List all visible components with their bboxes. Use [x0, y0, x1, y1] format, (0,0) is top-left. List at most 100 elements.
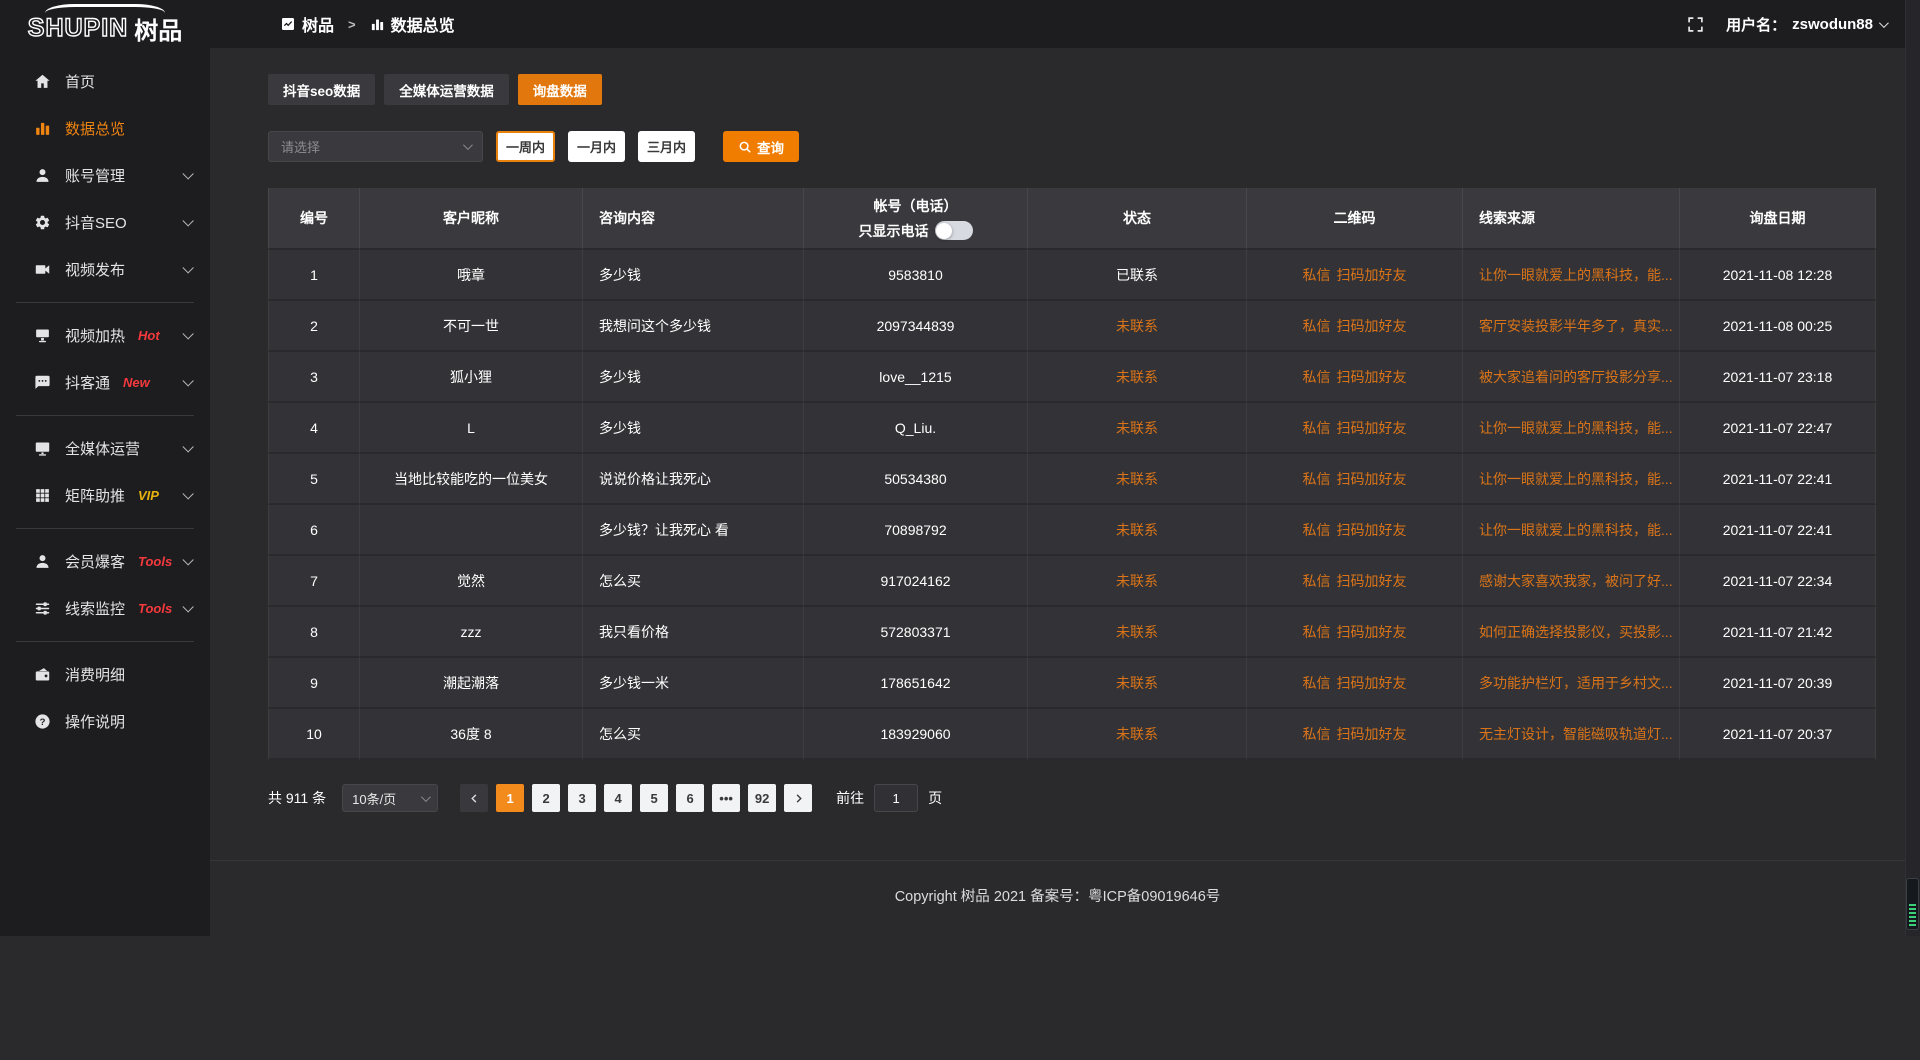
sidebar-item-member-burst[interactable]: 会员爆客 Tools — [0, 538, 210, 585]
header-account: 帐号（电话） 只显示电话 — [804, 188, 1028, 250]
cell-id: 4 — [268, 403, 360, 454]
cell-content: 我想问这个多少钱 — [583, 301, 804, 352]
sidebar-item-lead-monitor[interactable]: 线索监控 Tools — [0, 585, 210, 632]
cell-lead-source: 无主灯设计，智能磁吸轨道灯... — [1463, 709, 1680, 760]
tab-inquiry-data[interactable]: 询盘数据 — [518, 74, 602, 105]
cell-account: love__1215 — [804, 352, 1028, 403]
query-button[interactable]: 查询 — [723, 131, 799, 162]
page-number-button[interactable]: 1 — [496, 784, 524, 812]
lead-source-link[interactable]: 让你一眼就爱上的黑科技，能... — [1479, 522, 1673, 538]
scan-add-friend-link[interactable]: 扫码加好友 — [1337, 369, 1407, 385]
private-message-link[interactable]: 私信 — [1303, 267, 1331, 283]
sidebar-item-douketong[interactable]: 抖客通 New — [0, 359, 210, 406]
scrollbar-track[interactable] — [1905, 0, 1920, 936]
fullscreen-icon[interactable] — [1687, 16, 1704, 33]
lead-source-link[interactable]: 客厅安装投影半年多了，真实... — [1479, 318, 1673, 334]
main-content: 抖音seo数据 全媒体运营数据 询盘数据 请选择 一周内 一月内 三月内 查询 … — [210, 48, 1905, 936]
sidebar-item-video-heat[interactable]: 视频加热 Hot — [0, 312, 210, 359]
scan-add-friend-link[interactable]: 扫码加好友 — [1337, 522, 1407, 538]
scan-add-friend-link[interactable]: 扫码加好友 — [1337, 726, 1407, 742]
sidebar-item-data-overview[interactable]: 数据总览 — [0, 105, 210, 152]
sidebar-item-omni-media[interactable]: 全媒体运营 — [0, 425, 210, 472]
cell-lead-source: 让你一眼就爱上的黑科技，能... — [1463, 403, 1680, 454]
sliders-icon — [34, 600, 51, 617]
private-message-link[interactable]: 私信 — [1303, 624, 1331, 640]
tab-omni-media-data[interactable]: 全媒体运营数据 — [384, 74, 509, 105]
lead-source-link[interactable]: 如何正确选择投影仪，买投影... — [1479, 624, 1673, 640]
filter-three-months-button[interactable]: 三月内 — [638, 131, 695, 162]
scan-add-friend-link[interactable]: 扫码加好友 — [1337, 624, 1407, 640]
tab-douyin-seo-data[interactable]: 抖音seo数据 — [268, 74, 375, 105]
corner-widget[interactable] — [1906, 878, 1919, 930]
private-message-link[interactable]: 私信 — [1303, 573, 1331, 589]
pagination: 共 911 条 10条/页 1 2 3 4 5 6 ••• — [268, 784, 1875, 812]
private-message-link[interactable]: 私信 — [1303, 675, 1331, 691]
private-message-link[interactable]: 私信 — [1303, 471, 1331, 487]
lead-source-link[interactable]: 让你一眼就爱上的黑科技，能... — [1479, 267, 1673, 283]
page-size-select[interactable]: 10条/页 — [342, 784, 438, 812]
gear-icon — [34, 214, 51, 231]
private-message-link[interactable]: 私信 — [1303, 420, 1331, 436]
private-message-link[interactable]: 私信 — [1303, 318, 1331, 334]
scan-add-friend-link[interactable]: 扫码加好友 — [1337, 471, 1407, 487]
private-message-link[interactable]: 私信 — [1303, 369, 1331, 385]
goto-page-input[interactable] — [874, 784, 918, 812]
scan-add-friend-link[interactable]: 扫码加好友 — [1337, 267, 1407, 283]
cell-account: 2097344839 — [804, 301, 1028, 352]
filter-one-week-button[interactable]: 一周内 — [496, 131, 555, 162]
breadcrumb-current: 数据总览 — [370, 12, 455, 36]
chevron-down-icon — [182, 168, 193, 179]
breadcrumb-root[interactable]: 树品 — [280, 12, 334, 36]
scan-add-friend-link[interactable]: 扫码加好友 — [1337, 675, 1407, 691]
phone-only-toggle[interactable] — [935, 221, 973, 240]
sidebar-item-video-publish[interactable]: 视频发布 — [0, 246, 210, 293]
lead-source-link[interactable]: 让你一眼就爱上的黑科技，能... — [1479, 471, 1673, 487]
lead-source-link[interactable]: 无主灯设计，智能磁吸轨道灯... — [1479, 726, 1673, 742]
next-page-button[interactable] — [784, 784, 812, 812]
page-number-button[interactable]: 5 — [640, 784, 668, 812]
user-menu[interactable]: 用户名：zswodun88 — [1726, 14, 1886, 35]
prev-page-button[interactable] — [460, 784, 488, 812]
lead-source-link[interactable]: 被大家追着问的客厅投影分享... — [1479, 369, 1673, 385]
cell-content: 说说价格让我死心 — [583, 454, 804, 505]
scan-add-friend-link[interactable]: 扫码加好友 — [1337, 420, 1407, 436]
chevron-down-icon — [463, 140, 473, 150]
table-row: 9 潮起潮落 多少钱一米 178651642 未联系 私信扫码加好友 多功能护栏… — [268, 658, 1876, 709]
lead-source-link[interactable]: 多功能护栏灯，适用于乡村文... — [1479, 675, 1673, 691]
cell-lead-source: 如何正确选择投影仪，买投影... — [1463, 607, 1680, 658]
chevron-down-icon — [182, 262, 193, 273]
cell-inquiry-date: 2021-11-07 22:41 — [1680, 454, 1876, 505]
grid-icon — [34, 487, 51, 504]
page-number-button[interactable]: 4 — [604, 784, 632, 812]
page-number-button[interactable]: 92 — [748, 784, 776, 812]
sidebar-item-matrix-boost[interactable]: 矩阵助推 VIP — [0, 472, 210, 519]
lead-source-link[interactable]: 感谢大家喜欢我家，被问了好... — [1479, 573, 1673, 589]
scan-add-friend-link[interactable]: 扫码加好友 — [1337, 573, 1407, 589]
table-row: 2 不可一世 我想问这个多少钱 2097344839 未联系 私信扫码加好友 客… — [268, 301, 1876, 352]
cell-nickname: 潮起潮落 — [360, 658, 583, 709]
sidebar-item-home[interactable]: 首页 — [0, 58, 210, 105]
cell-content: 怎么买 — [583, 709, 804, 760]
private-message-link[interactable]: 私信 — [1303, 522, 1331, 538]
filter-select[interactable]: 请选择 — [268, 131, 483, 162]
sidebar-item-label: 数据总览 — [65, 118, 125, 139]
table-row: 1 哦章 多少钱 9583810 已联系 私信扫码加好友 让你一眼就爱上的黑科技… — [268, 250, 1876, 301]
lead-source-link[interactable]: 让你一眼就爱上的黑科技，能... — [1479, 420, 1673, 436]
sidebar-item-instructions[interactable]: ? 操作说明 — [0, 698, 210, 745]
filter-one-month-button[interactable]: 一月内 — [568, 131, 625, 162]
status-text: 未联系 — [1116, 318, 1158, 334]
sidebar-item-account-management[interactable]: 账号管理 — [0, 152, 210, 199]
private-message-link[interactable]: 私信 — [1303, 726, 1331, 742]
cell-account: 917024162 — [804, 556, 1028, 607]
cell-nickname: 36度 8 — [360, 709, 583, 760]
sidebar-item-douyin-seo[interactable]: 抖音SEO — [0, 199, 210, 246]
page-number-button[interactable]: 6 — [676, 784, 704, 812]
scan-add-friend-link[interactable]: 扫码加好友 — [1337, 318, 1407, 334]
page-number-button[interactable]: 2 — [532, 784, 560, 812]
tools-badge: Tools — [138, 554, 172, 569]
page-number-button[interactable]: ••• — [712, 784, 740, 812]
page-number-button[interactable]: 3 — [568, 784, 596, 812]
sidebar-item-expense-detail[interactable]: 消费明细 — [0, 651, 210, 698]
cell-account: 183929060 — [804, 709, 1028, 760]
cell-qrcode: 私信扫码加好友 — [1247, 403, 1463, 454]
